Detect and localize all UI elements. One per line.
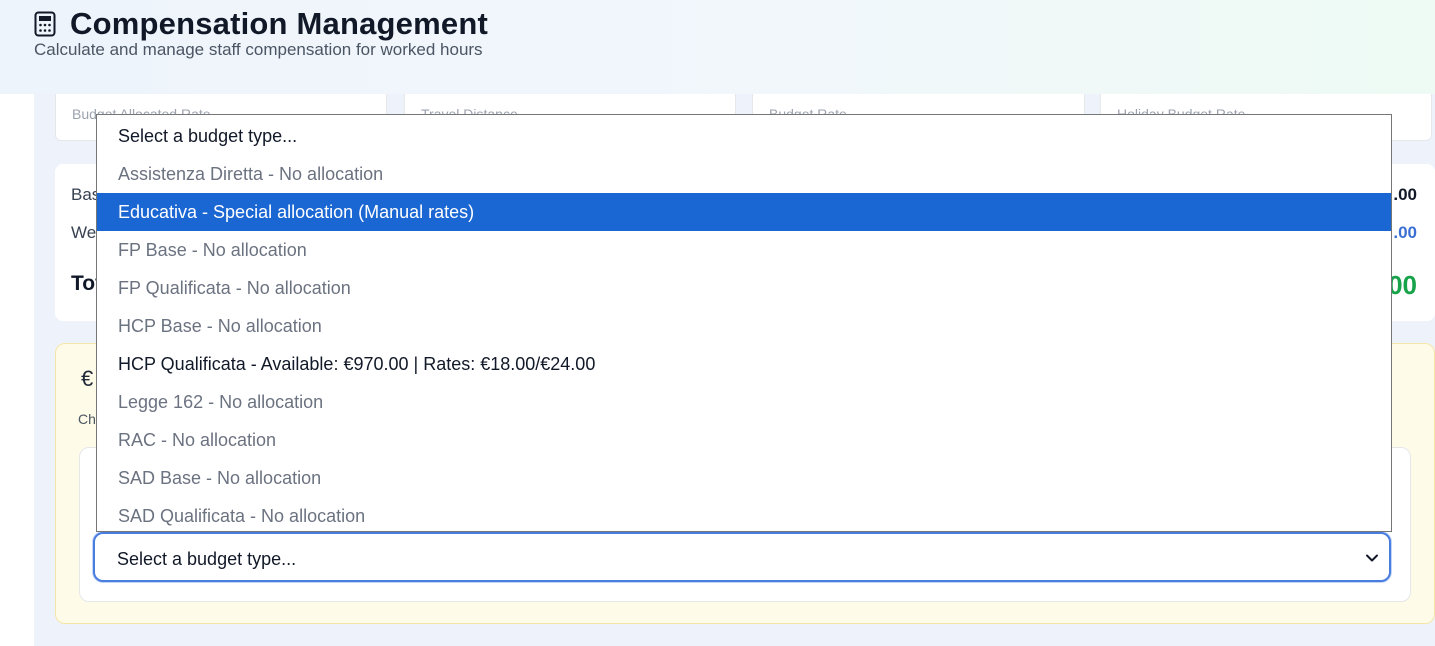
- calculator-icon: [34, 11, 56, 37]
- weekend-value: .00: [1393, 223, 1417, 242]
- base-value: .00: [1393, 185, 1417, 204]
- budget-description: Ch: [78, 411, 96, 427]
- dropdown-option-educativa[interactable]: Educativa - Special allocation (Manual r…: [97, 193, 1391, 231]
- weekend-label: We: [71, 223, 97, 242]
- budget-type-select[interactable]: Select a budget type...: [93, 532, 1391, 582]
- dropdown-option-fp-qualificata[interactable]: FP Qualificata - No allocation: [97, 269, 1391, 307]
- dropdown-option-fp-base[interactable]: FP Base - No allocation: [97, 231, 1391, 269]
- dropdown-option-hcp-qualificata[interactable]: HCP Qualificata - Available: €970.00 | R…: [97, 345, 1391, 383]
- total-value: 00: [1388, 270, 1417, 300]
- euro-icon: €: [81, 366, 94, 391]
- budget-type-dropdown[interactable]: Select a budget type... Assistenza Diret…: [96, 114, 1392, 532]
- dropdown-option-sad-qualificata[interactable]: SAD Qualificata - No allocation: [97, 497, 1391, 531]
- dropdown-option-legge-162[interactable]: Legge 162 - No allocation: [97, 383, 1391, 421]
- title-row: Compensation Management: [34, 6, 488, 42]
- page-title: Compensation Management: [70, 6, 488, 41]
- dropdown-option-sad-base[interactable]: SAD Base - No allocation: [97, 459, 1391, 497]
- dropdown-option-hcp-base[interactable]: HCP Base - No allocation: [97, 307, 1391, 345]
- budget-select-value: Select a budget type...: [117, 549, 297, 569]
- dropdown-option-rac[interactable]: RAC - No allocation: [97, 421, 1391, 459]
- page-subtitle: Calculate and manage staff compensation …: [34, 40, 483, 59]
- dropdown-option-assistenza-diretta[interactable]: Assistenza Diretta - No allocation: [97, 155, 1391, 193]
- page-header: Compensation Management Calculate and ma…: [0, 0, 1435, 94]
- dropdown-option-placeholder[interactable]: Select a budget type...: [97, 117, 1391, 155]
- chevron-down-icon: [1366, 554, 1378, 562]
